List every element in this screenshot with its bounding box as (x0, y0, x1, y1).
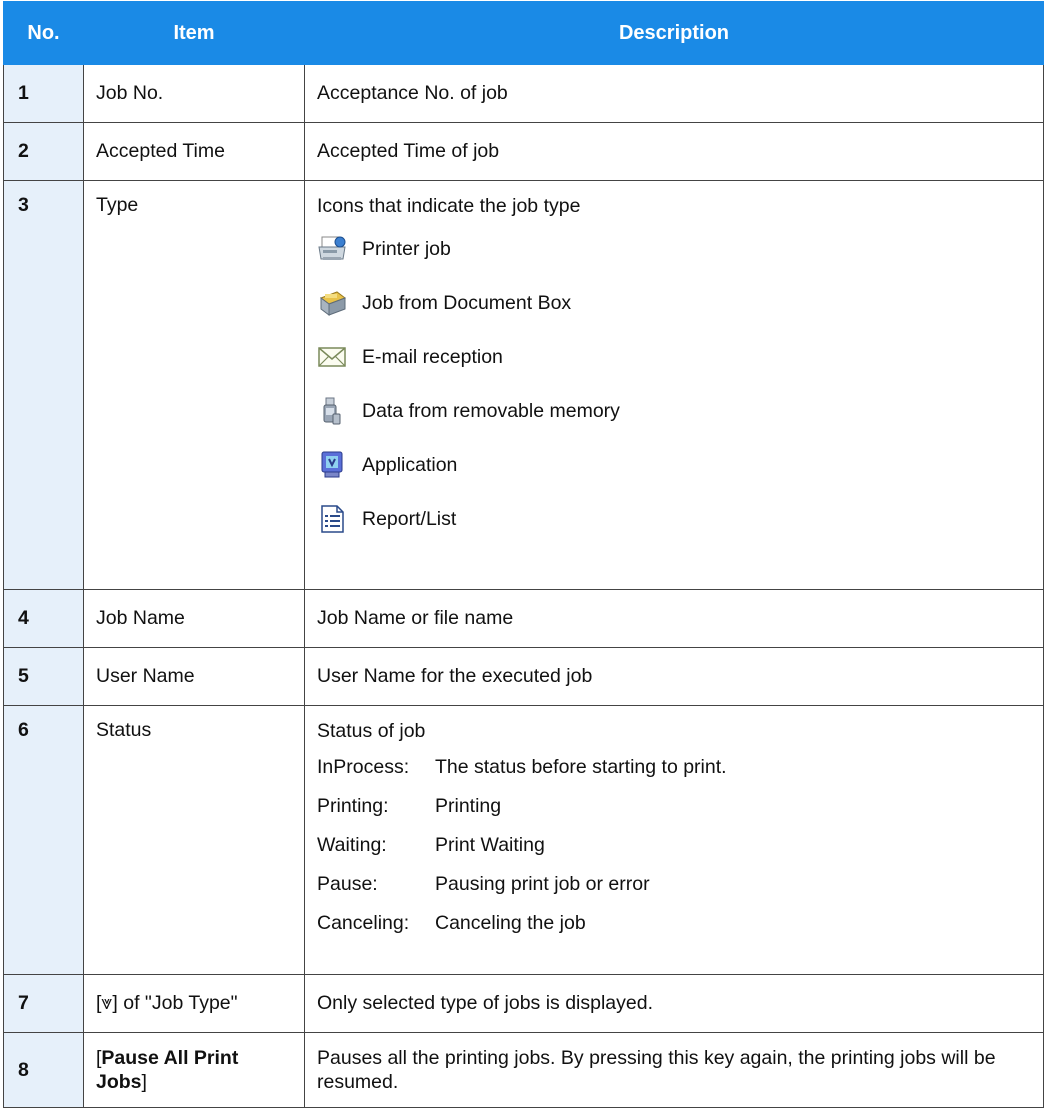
row-number: 8 (3, 1032, 84, 1108)
row-description-cell: Status of job InProcess: The status befo… (304, 705, 1044, 975)
job-type-label: Data from removable memory (362, 399, 620, 422)
header-description: Description (304, 1, 1044, 65)
email-icon (318, 347, 346, 367)
table-header-row: No. Item Description (3, 1, 1044, 65)
row-description: Status of job (317, 720, 426, 742)
row-item: Job No. (83, 64, 305, 123)
document-box-icon (319, 291, 347, 316)
table-row: 2 Accepted Time Accepted Time of job (3, 122, 1044, 181)
status-entry: Canceling: Canceling the job (317, 911, 1031, 950)
table-row: 4 Job Name Job Name or file name (3, 589, 1044, 648)
row-item: [⩔] of "Job Type" (83, 974, 305, 1033)
row-number: 3 (3, 180, 84, 590)
status-key: Canceling: (317, 912, 410, 934)
job-status-table: No. Item Description 1 Job No. Acceptanc… (3, 1, 1044, 1108)
row-description: Accepted Time of job (304, 122, 1044, 181)
job-type-entry: Report/List (317, 492, 1031, 546)
job-type-entry: Printer job (317, 222, 1031, 276)
status-value: Canceling the job (435, 912, 586, 934)
row-item: Accepted Time (83, 122, 305, 181)
row-number: 2 (3, 122, 84, 181)
status-value: The status before starting to print. (435, 756, 727, 778)
status-key: Printing: (317, 795, 389, 817)
status-value: Pausing print job or error (435, 873, 650, 895)
table-row: 7 [⩔] of "Job Type" Only selected type o… (3, 974, 1044, 1033)
report-list-icon (321, 505, 344, 533)
row-item: Type (83, 180, 305, 590)
usb-memory-icon (323, 397, 341, 425)
row-description: Pauses all the printing jobs. By pressin… (304, 1032, 1044, 1108)
row-item: User Name (83, 647, 305, 706)
table-row: 6 Status Status of job InProcess: The st… (3, 705, 1044, 975)
job-type-entry: Data from removable memory (317, 384, 1031, 438)
row-number: 4 (3, 589, 84, 648)
row-item: Job Name (83, 589, 305, 648)
status-key: Pause: (317, 873, 378, 895)
row-description: Acceptance No. of job (304, 64, 1044, 123)
row-description: User Name for the executed job (304, 647, 1044, 706)
row-item: Status (83, 705, 305, 975)
row-description: Only selected type of jobs is displayed. (304, 974, 1044, 1033)
row-number: 6 (3, 705, 84, 975)
job-type-label: Printer job (362, 237, 451, 260)
status-entry: Waiting: Print Waiting (317, 833, 1031, 872)
status-entry: InProcess: The status before starting to… (317, 755, 1031, 794)
printer-icon (318, 236, 346, 260)
status-key: Waiting: (317, 834, 387, 856)
row-description-cell: Icons that indicate the job type Printer… (304, 180, 1044, 590)
row-number: 5 (3, 647, 84, 706)
job-type-label: Application (362, 453, 458, 476)
row-number: 7 (3, 974, 84, 1033)
job-type-label: Report/List (362, 507, 457, 530)
item-bracket-close: ] (141, 1071, 147, 1093)
row-description: Job Name or file name (304, 589, 1044, 648)
application-icon (321, 451, 343, 478)
job-type-entry: E-mail reception (317, 330, 1031, 384)
header-no: No. (3, 1, 84, 65)
job-type-label: Job from Document Box (362, 291, 572, 314)
status-key: InProcess: (317, 756, 410, 778)
row-item: [Pause All Print Jobs] (83, 1032, 305, 1108)
status-value: Print Waiting (435, 834, 545, 856)
table-row: 1 Job No. Acceptance No. of job (3, 64, 1044, 123)
row-number: 1 (3, 64, 84, 123)
status-entry: Pause: Pausing print job or error (317, 872, 1031, 911)
job-type-label: E-mail reception (362, 345, 503, 368)
table-row: 8 [Pause All Print Jobs] Pauses all the … (3, 1032, 1044, 1108)
row-description: Icons that indicate the job type (317, 195, 581, 217)
header-item: Item (83, 1, 305, 65)
table-row: 5 User Name User Name for the executed j… (3, 647, 1044, 706)
status-value: Printing (435, 795, 502, 817)
job-type-entry: Job from Document Box (317, 276, 1031, 330)
status-entry: Printing: Printing (317, 794, 1031, 833)
table-row: 3 Type Icons that indicate the job type … (3, 180, 1044, 590)
job-type-entry: Application (317, 438, 1031, 492)
pause-all-print-jobs-key: Pause All Print Jobs (96, 1046, 239, 1093)
